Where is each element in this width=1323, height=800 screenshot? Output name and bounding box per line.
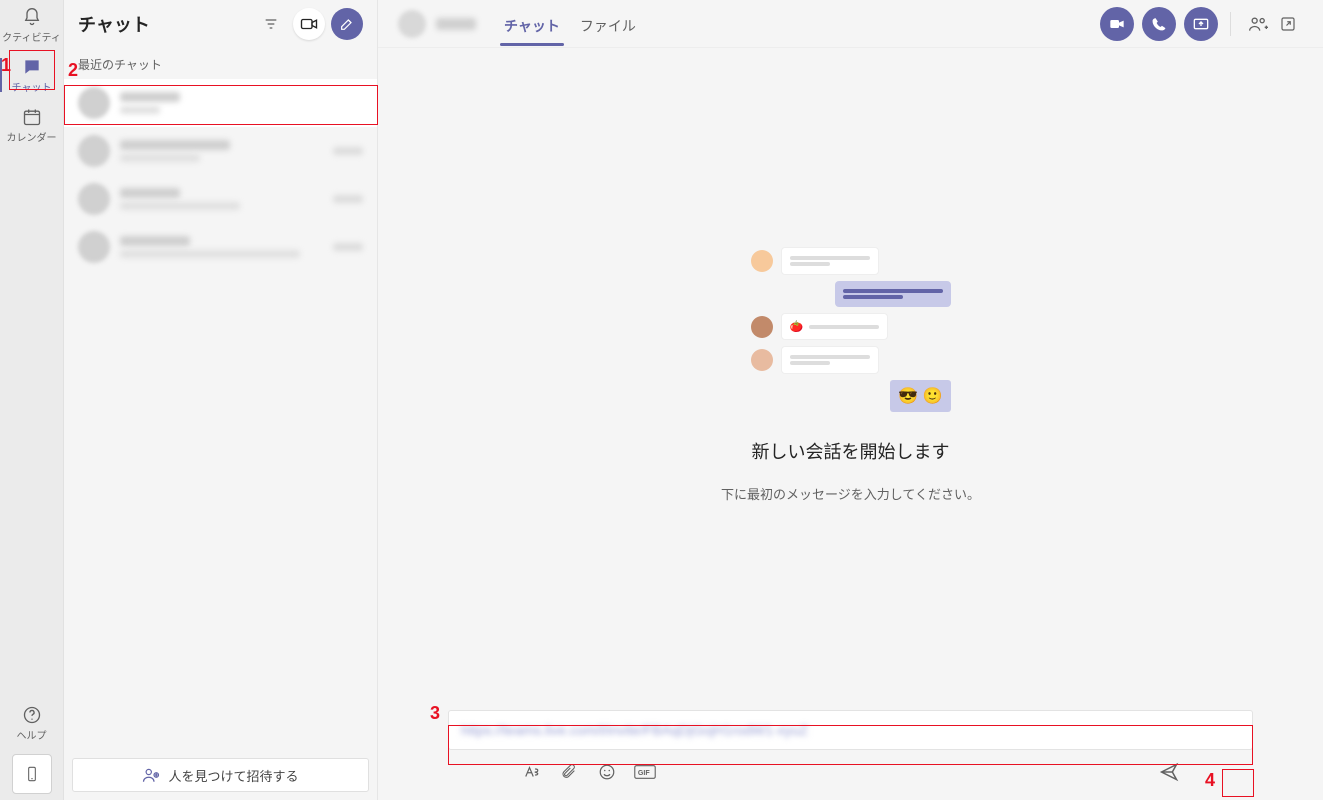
- rail-calendar-label: カレンダー: [7, 129, 57, 144]
- chat-item-text: [120, 188, 323, 210]
- callout-number-4: 4: [1205, 770, 1215, 791]
- conversation-name: [436, 18, 476, 30]
- popout-icon: [1279, 15, 1297, 33]
- rail-activity-label: クティビティ: [2, 29, 61, 44]
- app-rail: クティビティ チャット カレンダー ヘルプ: [0, 0, 64, 800]
- people-add-icon: [1248, 15, 1268, 33]
- tab-files[interactable]: ファイル: [570, 2, 646, 46]
- chat-item-text: [120, 140, 323, 162]
- add-people-button[interactable]: [1243, 9, 1273, 39]
- callout-number-3: 3: [430, 703, 440, 724]
- share-screen-button[interactable]: [1184, 7, 1218, 41]
- chat-item-text: [120, 92, 363, 114]
- callout-number-1: 1: [1, 55, 11, 76]
- rail-help[interactable]: ヘルプ: [0, 698, 64, 748]
- rail-help-label: ヘルプ: [17, 727, 47, 742]
- chat-list-item[interactable]: [64, 175, 377, 223]
- empty-state: 🍅 😎 🙂 新しい会話を開始します 下に最初のメッセージを入力してください。: [378, 48, 1323, 696]
- empty-state-illustration: 🍅 😎 🙂: [751, 241, 951, 418]
- invite-icon: [142, 767, 160, 783]
- invite-label: 人を見つけて招待する: [168, 766, 298, 785]
- rail-activity[interactable]: クティビティ: [0, 0, 64, 50]
- empty-state-subtitle: 下に最初のメッセージを入力してください。: [721, 484, 980, 503]
- rail-mobile-button[interactable]: [12, 754, 52, 794]
- filter-button[interactable]: [255, 8, 287, 40]
- chat-item-time: [333, 195, 363, 203]
- filter-icon: [263, 16, 279, 32]
- phone-icon: [1152, 17, 1166, 31]
- avatar: [78, 135, 110, 167]
- screen-share-icon: [1193, 17, 1209, 31]
- rail-chat-label: チャット: [12, 79, 52, 94]
- video-icon: [300, 17, 318, 31]
- chat-list-item[interactable]: [64, 127, 377, 175]
- emoji-button[interactable]: [594, 759, 620, 785]
- format-icon: [522, 764, 540, 780]
- svg-text:GIF: GIF: [638, 770, 650, 777]
- avatar: [78, 231, 110, 263]
- avatar: [398, 10, 426, 38]
- chat-list-pane: チャット 最近のチャット: [64, 0, 378, 800]
- invite-people-button[interactable]: 人を見つけて招待する: [72, 758, 369, 792]
- popout-button[interactable]: [1273, 9, 1303, 39]
- message-input[interactable]: https://teams.live.com/l/invite/FBAqDjGo…: [448, 710, 1253, 750]
- pane-header: チャット: [64, 0, 377, 48]
- gif-button[interactable]: GIF: [632, 759, 658, 785]
- emoji-icon: [598, 763, 616, 781]
- chat-list-item[interactable]: [64, 79, 377, 127]
- help-icon: [22, 705, 42, 725]
- recent-section-label: 最近のチャット: [64, 48, 377, 79]
- callout-number-2: 2: [68, 60, 78, 81]
- chat-item-time: [333, 147, 363, 155]
- send-icon: [1159, 762, 1179, 782]
- paperclip-icon: [561, 763, 577, 781]
- video-call-button[interactable]: [1100, 7, 1134, 41]
- chat-icon: [22, 57, 42, 77]
- rail-calendar[interactable]: カレンダー: [0, 100, 64, 150]
- pane-title: チャット: [78, 11, 249, 37]
- chat-item-text: [120, 236, 323, 258]
- audio-call-button[interactable]: [1142, 7, 1176, 41]
- new-chat-button[interactable]: [331, 8, 363, 40]
- format-button[interactable]: [518, 759, 544, 785]
- composer: https://teams.live.com/l/invite/FBAqDjGo…: [378, 696, 1323, 800]
- empty-state-title: 新しい会話を開始します: [752, 438, 950, 464]
- emoji-reactions: 😎 🙂: [890, 380, 950, 412]
- gif-icon: GIF: [634, 764, 656, 780]
- conversation-area: チャット ファイル 🍅 😎 🙂 新しい会話を開始します 下に最初のメッセ: [378, 0, 1323, 800]
- mobile-icon: [24, 764, 40, 784]
- conversation-header: チャット ファイル: [378, 0, 1323, 48]
- chat-list-item[interactable]: [64, 223, 377, 271]
- video-icon: [1109, 18, 1125, 30]
- message-input-content: https://teams.live.com/l/invite/FBAqDjGo…: [461, 722, 808, 738]
- attach-button[interactable]: [556, 759, 582, 785]
- bell-icon: [22, 7, 42, 27]
- meet-now-button[interactable]: [293, 8, 325, 40]
- chat-item-time: [333, 243, 363, 251]
- send-button[interactable]: [1155, 758, 1183, 786]
- calendar-icon: [22, 107, 42, 127]
- avatar: [78, 87, 110, 119]
- compose-icon: [339, 16, 355, 32]
- tab-chat[interactable]: チャット: [494, 2, 570, 46]
- avatar: [78, 183, 110, 215]
